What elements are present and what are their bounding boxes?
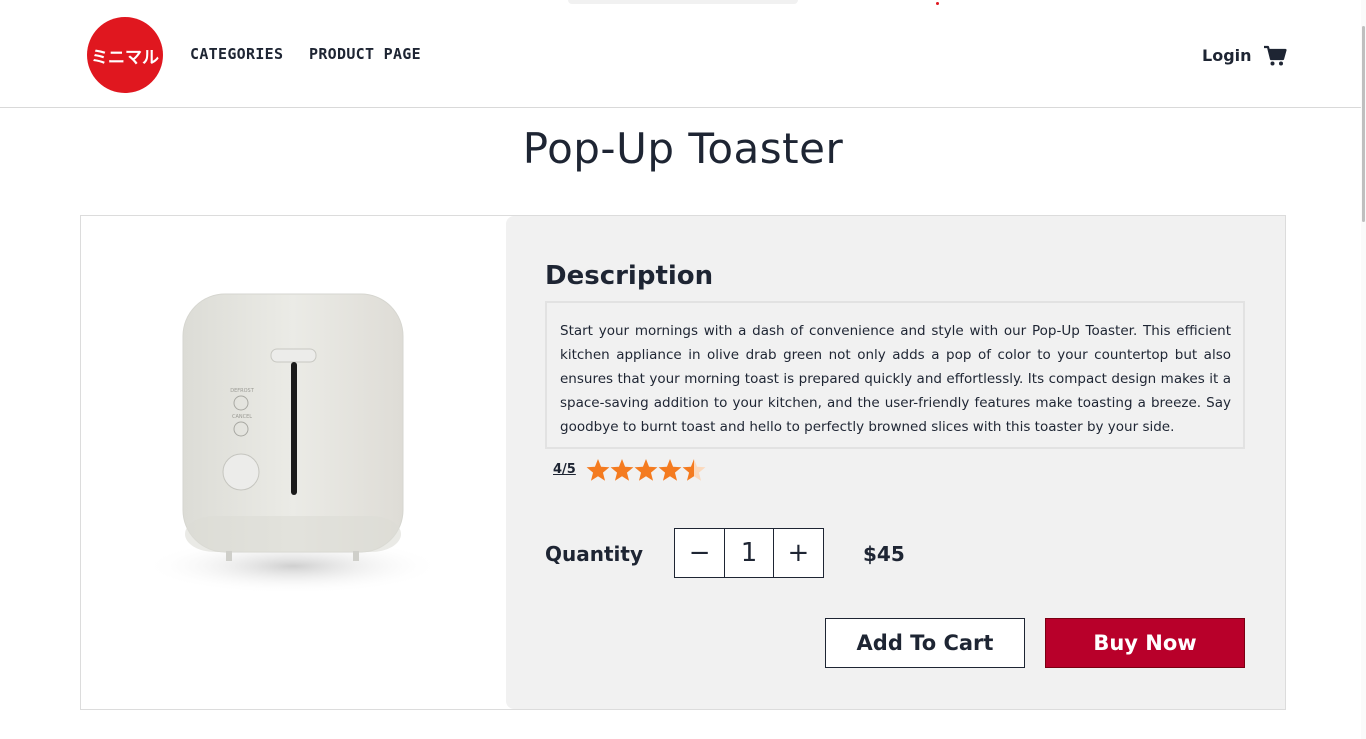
- product-details: Description Start your mornings with a d…: [506, 216, 1285, 709]
- add-to-cart-button[interactable]: Add To Cart: [825, 618, 1025, 668]
- price: $45: [863, 542, 905, 566]
- description-heading: Description: [545, 261, 714, 291]
- quantity-stepper: − 1 +: [674, 528, 824, 578]
- rating-text[interactable]: 4/5: [553, 462, 576, 477]
- description-text: Start your mornings with a dash of conve…: [545, 301, 1245, 449]
- star-icon: [610, 459, 634, 481]
- page-title: Pop-Up Toaster: [522, 124, 844, 173]
- login-link[interactable]: Login: [1202, 46, 1252, 65]
- buy-now-button[interactable]: Buy Now: [1045, 618, 1245, 668]
- toaster-defrost-label: DEFROST: [230, 388, 254, 394]
- product-card: DEFROST CANCEL Description Start your mo…: [80, 215, 1286, 710]
- increment-button[interactable]: +: [774, 529, 823, 577]
- site-header: ミニマル CATEGORIES PRODUCT PAGE Login: [0, 0, 1366, 108]
- toaster-image: DEFROST CANCEL: [143, 293, 443, 594]
- decrement-button[interactable]: −: [675, 529, 724, 577]
- nav-product-page[interactable]: PRODUCT PAGE: [309, 45, 421, 63]
- quantity-value[interactable]: 1: [724, 529, 774, 577]
- nav-categories[interactable]: CATEGORIES: [190, 45, 283, 63]
- toaster-cancel-label: CANCEL: [232, 414, 252, 420]
- star-icon: [634, 459, 658, 481]
- logo[interactable]: ミニマル: [87, 17, 163, 93]
- star-icon: [658, 459, 682, 481]
- star-icon: [586, 459, 610, 481]
- shopping-cart-icon[interactable]: [1263, 44, 1287, 68]
- product-image: DEFROST CANCEL: [81, 216, 506, 709]
- star-rating: [586, 459, 706, 481]
- star-icon: [682, 459, 706, 481]
- quantity-label: Quantity: [545, 542, 643, 566]
